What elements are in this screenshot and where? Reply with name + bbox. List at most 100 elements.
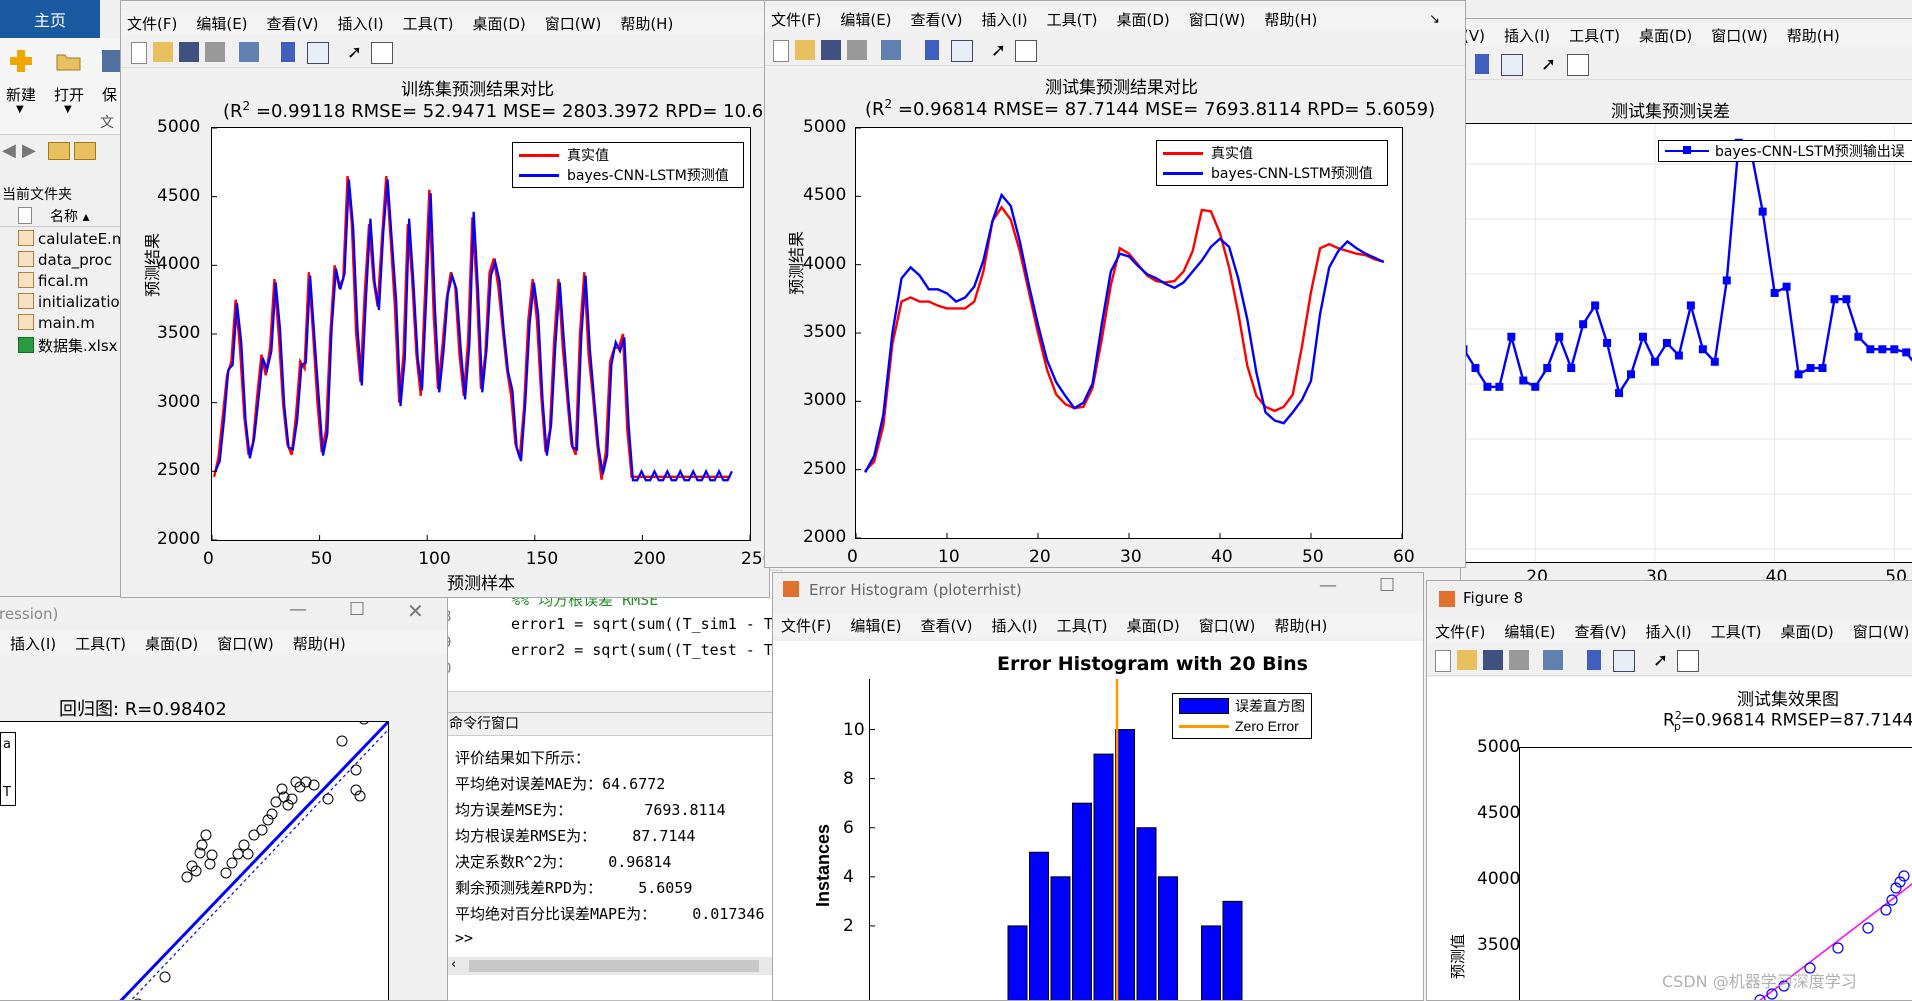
menu-insert[interactable]: 插入(I)	[1646, 621, 1692, 642]
file-item[interactable]: fical.m	[18, 272, 88, 290]
print-icon[interactable]	[1509, 650, 1529, 670]
menu-window[interactable]: 窗口(W)	[1189, 9, 1246, 30]
histogram-plot-area[interactable]: 误差直方图 Zero Error	[869, 679, 1378, 1000]
menu-file[interactable]: 文件(F)	[127, 13, 177, 34]
save-icon[interactable]	[102, 50, 120, 72]
pointer-icon[interactable]: ➚	[347, 42, 367, 63]
colorbar-icon[interactable]	[1475, 54, 1489, 74]
menu-desktop[interactable]: 桌面(D)	[1781, 621, 1834, 642]
menu-tools[interactable]: 工具(T)	[1047, 9, 1098, 30]
menu-view[interactable]: 查看(V)	[1575, 621, 1627, 642]
train-plot-area[interactable]: 真实值 bayes-CNN-LSTM预测值	[211, 127, 751, 541]
legend-icon[interactable]	[307, 42, 329, 64]
scroll-thumb[interactable]	[469, 960, 759, 972]
menu-file[interactable]: 文件(F)	[771, 9, 821, 30]
menu-tools[interactable]: 工具(T)	[1057, 615, 1108, 636]
menu-desktop[interactable]: 桌面(D)	[473, 13, 526, 34]
menu-file[interactable]: 文件(F)	[781, 615, 831, 636]
menu-edit[interactable]: 编辑(E)	[850, 615, 901, 636]
menu-view[interactable]: 查看(V)	[267, 13, 319, 34]
menu-edit[interactable]: 编辑(E)	[196, 13, 247, 34]
open-folder-icon[interactable]	[56, 50, 82, 72]
cmd-prompt[interactable]: >>	[455, 929, 473, 947]
pointer-icon[interactable]: ➚	[1541, 54, 1561, 75]
open-button[interactable]: 打开	[54, 84, 84, 105]
open-file-icon[interactable]	[1457, 650, 1477, 670]
maximize-icon[interactable]: ☐	[349, 599, 365, 620]
test-plot-area[interactable]: 真实值 bayes-CNN-LSTM预测值	[855, 127, 1403, 539]
close-icon[interactable]: ✕	[407, 599, 424, 623]
regression-plot-area[interactable]: a T	[0, 721, 389, 1000]
file-item[interactable]: calulateE.m	[18, 230, 126, 248]
file-item[interactable]: main.m	[18, 314, 95, 332]
pointer-icon[interactable]: ➚	[991, 40, 1011, 61]
save-icon[interactable]	[179, 42, 199, 62]
link-plot-icon[interactable]	[1543, 650, 1563, 670]
menu-window[interactable]: 窗口(W)	[1711, 25, 1768, 46]
property-editor-icon[interactable]	[371, 42, 393, 64]
menu-desktop[interactable]: 桌面(D)	[1117, 9, 1170, 30]
file-item[interactable]: data_proc	[18, 251, 112, 269]
colorbar-icon[interactable]	[925, 40, 939, 60]
fig8-plot-area[interactable]	[1519, 747, 1912, 1000]
pointer-icon[interactable]: ➚	[1653, 650, 1673, 671]
tab-home[interactable]: 主页	[0, 0, 100, 38]
new-icon[interactable]	[8, 48, 34, 74]
file-item[interactable]: initializatio	[18, 293, 120, 311]
new-figure-icon[interactable]	[131, 42, 147, 64]
menu-help[interactable]: 帮助(H)	[1264, 9, 1317, 30]
browse-folder-icon[interactable]	[74, 142, 96, 160]
property-editor-icon[interactable]	[1677, 650, 1699, 672]
name-column-header[interactable]: 名称 ▴	[50, 206, 89, 226]
menu-tools[interactable]: 工具(T)	[1569, 25, 1620, 46]
menu-edit[interactable]: 编辑(E)	[1504, 621, 1555, 642]
menu-window[interactable]: 窗口(W)	[217, 633, 274, 654]
legend-icon[interactable]	[951, 40, 973, 62]
undock-icon[interactable]: ↘	[1429, 12, 1440, 27]
new-figure-icon[interactable]	[1435, 650, 1451, 672]
property-editor-icon[interactable]	[1015, 40, 1037, 62]
colorbar-icon[interactable]	[1587, 650, 1601, 670]
link-plot-icon[interactable]	[881, 40, 901, 60]
property-editor-icon[interactable]	[1567, 54, 1589, 76]
menu-desktop[interactable]: 桌面(D)	[1639, 25, 1692, 46]
menu-insert[interactable]: 插入(I)	[10, 633, 56, 654]
code-line[interactable]: error2 = sqrt(sum((T_test - T	[511, 641, 773, 659]
menu-window[interactable]: 窗口(W)	[545, 13, 602, 34]
open-file-icon[interactable]	[153, 42, 173, 62]
open-file-icon[interactable]	[795, 40, 815, 60]
menu-tools[interactable]: 工具(T)	[1711, 621, 1762, 642]
link-plot-icon[interactable]	[239, 42, 259, 62]
menu-help[interactable]: 帮助(H)	[1274, 615, 1327, 636]
menu-help[interactable]: 帮助(H)	[1787, 25, 1840, 46]
legend-icon[interactable]	[1613, 650, 1635, 672]
colorbar-icon[interactable]	[281, 42, 295, 62]
new-dropdown-icon[interactable]: ▼	[16, 104, 24, 115]
error-plot-area[interactable]: bayes-CNN-LSTM预测输出误	[1461, 123, 1912, 563]
maximize-icon[interactable]: ☐	[1379, 575, 1395, 596]
forward-icon[interactable]: ▶	[22, 140, 36, 161]
menu-desktop[interactable]: 桌面(D)	[1127, 615, 1180, 636]
menu-view[interactable]: 查看(V)	[921, 615, 973, 636]
menu-help[interactable]: 帮助(H)	[620, 13, 673, 34]
save-icon[interactable]	[821, 40, 841, 60]
legend-icon[interactable]	[1501, 54, 1523, 76]
code-line[interactable]: error1 = sqrt(sum((T_sim1 - T	[511, 615, 773, 633]
file-item[interactable]: 数据集.xlsx	[18, 335, 118, 356]
open-dropdown-icon[interactable]: ▼	[64, 104, 72, 115]
minimize-icon[interactable]: —	[289, 599, 307, 620]
menu-file[interactable]: 文件(F)	[1435, 621, 1485, 642]
menu-edit[interactable]: 编辑(E)	[840, 9, 891, 30]
menu-help[interactable]: 帮助(H)	[293, 633, 346, 654]
new-figure-icon[interactable]	[773, 40, 789, 62]
menu-insert[interactable]: 插入(I)	[982, 9, 1028, 30]
menu-insert[interactable]: 插入(I)	[1504, 25, 1550, 46]
back-icon[interactable]: ◀	[2, 140, 16, 161]
up-folder-icon[interactable]	[48, 142, 70, 160]
scroll-left-icon[interactable]: ‹	[451, 957, 456, 972]
menu-window[interactable]: 窗口(W)	[1199, 615, 1256, 636]
print-icon[interactable]	[847, 40, 867, 60]
menu-desktop[interactable]: 桌面(D)	[145, 633, 198, 654]
command-window[interactable]: 命令行窗口 评价结果如下所示： 平均绝对误差MAE为：64.6772 均方误差M…	[446, 712, 779, 1001]
minimize-icon[interactable]: —	[1319, 575, 1337, 596]
